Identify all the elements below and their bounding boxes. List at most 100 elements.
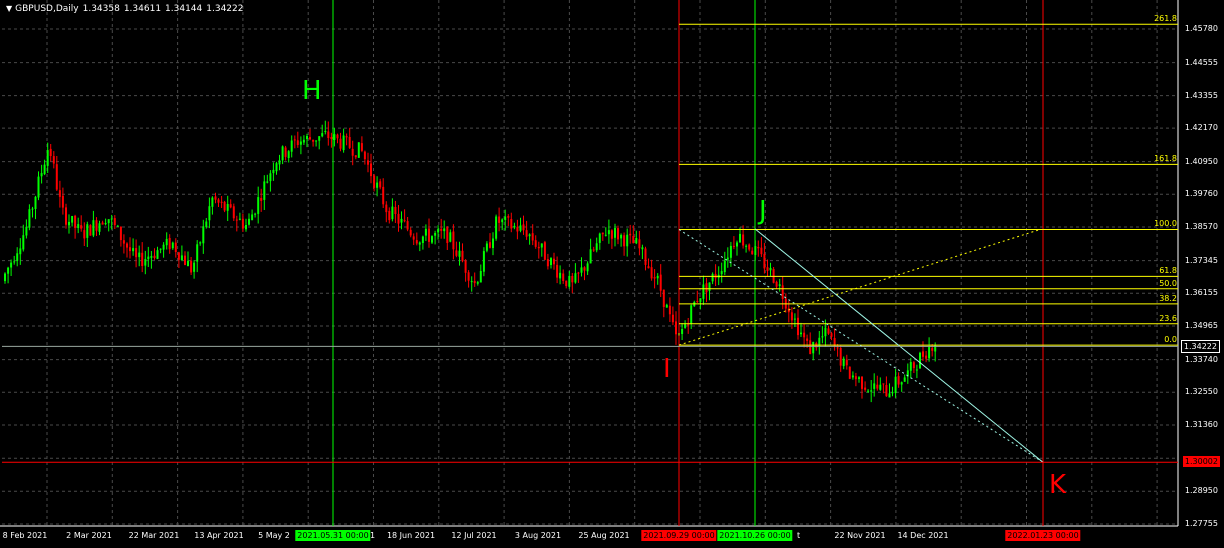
candle-body: [485, 243, 488, 251]
cycle-date-tag: 2022.01.23 00:00: [1005, 530, 1081, 541]
candle-body: [601, 232, 604, 235]
wave-label-j[interactable]: J: [759, 196, 767, 226]
candle-body: [391, 206, 394, 220]
candle-body: [446, 227, 449, 243]
candle-body: [638, 239, 641, 249]
candle-body: [766, 267, 769, 271]
candle-body: [751, 250, 754, 255]
candle-body: [333, 134, 336, 140]
candle-body: [903, 377, 906, 382]
candle-body: [260, 198, 263, 201]
candle-body: [37, 176, 40, 198]
date-tick-fragment: 1: [370, 531, 376, 540]
candle-body: [568, 276, 571, 287]
candle-body: [302, 139, 305, 143]
candle-body: [580, 267, 583, 273]
candle-body: [202, 226, 205, 244]
chart-background: [0, 0, 1224, 548]
candle-body: [379, 181, 382, 188]
candle-body: [635, 238, 638, 244]
date-tick-label: 5 May 2: [258, 531, 290, 540]
candle-body: [559, 272, 562, 279]
date-tick-label: 3 Aug 2021: [514, 531, 562, 540]
date-tick-label: 14 Dec 2021: [897, 531, 949, 540]
candle-body: [742, 234, 745, 246]
candle-body: [226, 204, 229, 211]
candle-body: [702, 284, 705, 299]
candle-body: [824, 327, 827, 337]
candle-body: [720, 271, 723, 275]
candle-body: [501, 219, 504, 223]
candle-body: [196, 244, 199, 262]
candle-body: [681, 329, 684, 334]
candle-body: [592, 249, 595, 251]
price-tick-label: 1.45780: [1184, 24, 1218, 33]
candle-body: [129, 247, 131, 252]
candle-body: [296, 140, 299, 145]
candle-body: [897, 376, 900, 385]
candle-body: [900, 382, 903, 385]
candle-body: [424, 228, 427, 236]
candle-body: [620, 234, 623, 239]
candle-body: [440, 228, 443, 231]
candle-body: [83, 230, 86, 239]
candle-body: [726, 257, 729, 260]
candle-body: [607, 230, 610, 235]
fib-level-label: 50.0: [1159, 278, 1177, 288]
candle-body: [604, 234, 607, 236]
candle-body: [723, 260, 726, 273]
candle-body: [150, 256, 153, 258]
open-price: 1.34358: [82, 4, 120, 14]
candle-body: [382, 186, 385, 205]
candle-body: [324, 131, 327, 132]
candle-body: [809, 340, 812, 355]
price-tick-label: 1.33740: [1184, 354, 1218, 364]
candle-body: [180, 255, 183, 260]
candle-body: [507, 216, 510, 218]
candle-body: [879, 384, 882, 390]
candle-body: [251, 214, 254, 221]
candle-body: [888, 393, 891, 398]
date-tick-label: 22 Nov 2021: [834, 531, 886, 540]
candle-body: [662, 289, 665, 307]
fib-level-label: 38.2: [1159, 293, 1177, 303]
candle-body: [437, 229, 440, 233]
candle-body: [781, 285, 784, 299]
candle-body: [479, 271, 482, 283]
candle-body: [19, 248, 22, 255]
dropdown-arrow-icon[interactable]: ▼: [6, 4, 12, 13]
candle-body: [919, 352, 921, 369]
candle-body: [339, 138, 342, 149]
price-tick-label: 1.32550: [1184, 387, 1218, 397]
candle-body: [729, 245, 732, 258]
candle-body: [77, 224, 80, 228]
candle-body: [464, 260, 467, 273]
candle-body: [388, 210, 391, 221]
candle-body: [360, 143, 363, 151]
price-tick-label: 1.42170: [1184, 123, 1218, 133]
fib-level-label: 100.0: [1154, 219, 1177, 229]
low-price: 1.34144: [165, 4, 203, 14]
candle-body: [546, 259, 549, 267]
candle-body: [95, 220, 98, 231]
candle-body: [22, 235, 25, 250]
price-tick-label: 1.27755: [1184, 519, 1218, 528]
candle-body: [705, 283, 708, 293]
candle-body: [284, 147, 287, 157]
candle-body: [684, 324, 687, 328]
candle-body: [861, 376, 863, 389]
candle-body: [299, 141, 302, 145]
candle-body: [562, 273, 565, 281]
wave-label-h[interactable]: H: [302, 76, 322, 106]
candle-body: [656, 275, 659, 279]
candle-body: [516, 226, 519, 232]
price-chart[interactable]: [0, 0, 1224, 548]
candle-body: [184, 255, 186, 265]
candle-body: [626, 234, 629, 247]
candle-body: [763, 253, 766, 269]
wave-label-i[interactable]: I: [663, 354, 671, 384]
wave-label-k[interactable]: K: [1049, 470, 1066, 500]
candle-body: [571, 276, 574, 283]
candle-body: [351, 148, 354, 156]
candle-body: [885, 385, 888, 397]
